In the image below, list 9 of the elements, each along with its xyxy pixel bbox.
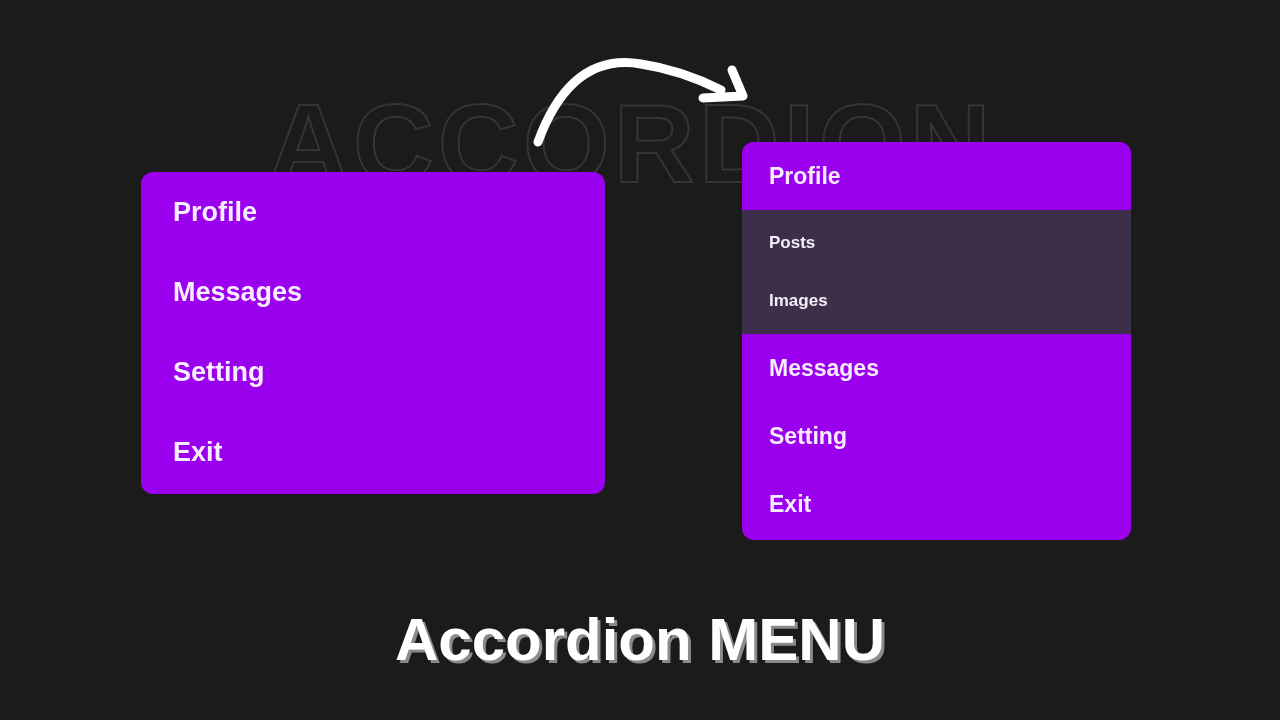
menu-item[interactable]: Exit [742,470,1131,538]
submenu-item[interactable]: Images [742,272,1131,330]
page-title: Accordion MENU [395,605,885,675]
menu-item[interactable]: Setting [742,402,1131,470]
menu-item[interactable]: Messages [742,334,1131,402]
menu-item[interactable]: Setting [141,332,605,412]
submenu-item[interactable]: Posts [742,214,1131,272]
menu-item[interactable]: Messages [141,252,605,332]
menu-item[interactable]: Exit [141,412,605,492]
